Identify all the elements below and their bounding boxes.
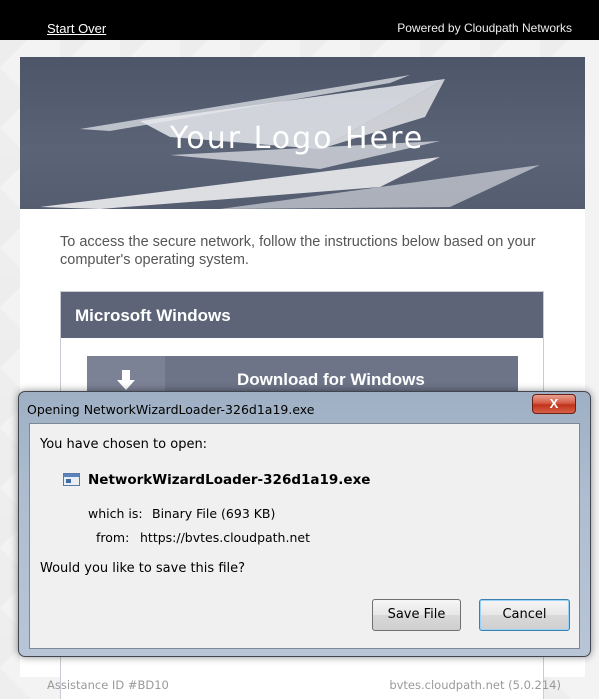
save-question: Would you like to save this file? (40, 561, 246, 576)
dialog-title: Opening NetworkWizardLoader-326d1a19.exe (27, 402, 315, 417)
section-title: Microsoft Windows (61, 292, 543, 338)
file-icon (63, 473, 80, 486)
host-version: bvtes.cloudpath.net (5.0.214) (389, 678, 561, 692)
save-file-button[interactable]: Save File (372, 599, 461, 631)
cancel-button[interactable]: Cancel (479, 599, 570, 631)
chosen-label: You have chosen to open: (40, 437, 208, 452)
close-icon[interactable]: X (532, 394, 576, 414)
download-button-label: Download for Windows (237, 370, 425, 389)
top-bar: Start Over Powered by Cloudpath Networks (0, 0, 599, 40)
file-name: NetworkWizardLoader-326d1a19.exe (88, 472, 371, 488)
from-label: from: (96, 530, 130, 545)
logo-banner: Your Logo Here (20, 57, 585, 209)
logo-text: Your Logo Here (170, 121, 425, 156)
source-url: https://bvtes.cloudpath.net (140, 530, 310, 545)
file-type: Binary File (693 KB) (152, 506, 276, 521)
file-download-dialog: Opening NetworkWizardLoader-326d1a19.exe… (18, 391, 591, 657)
download-arrow-icon (117, 370, 135, 390)
powered-by-text: Powered by Cloudpath Networks (397, 21, 572, 35)
instructions-text: To access the secure network, follow the… (60, 234, 536, 268)
which-is-label: which is: (88, 506, 143, 521)
start-over-link[interactable]: Start Over (47, 21, 106, 36)
dialog-body: You have chosen to open: NetworkWizardLo… (29, 423, 580, 649)
assistance-id: Assistance ID #BD10 (47, 678, 169, 692)
